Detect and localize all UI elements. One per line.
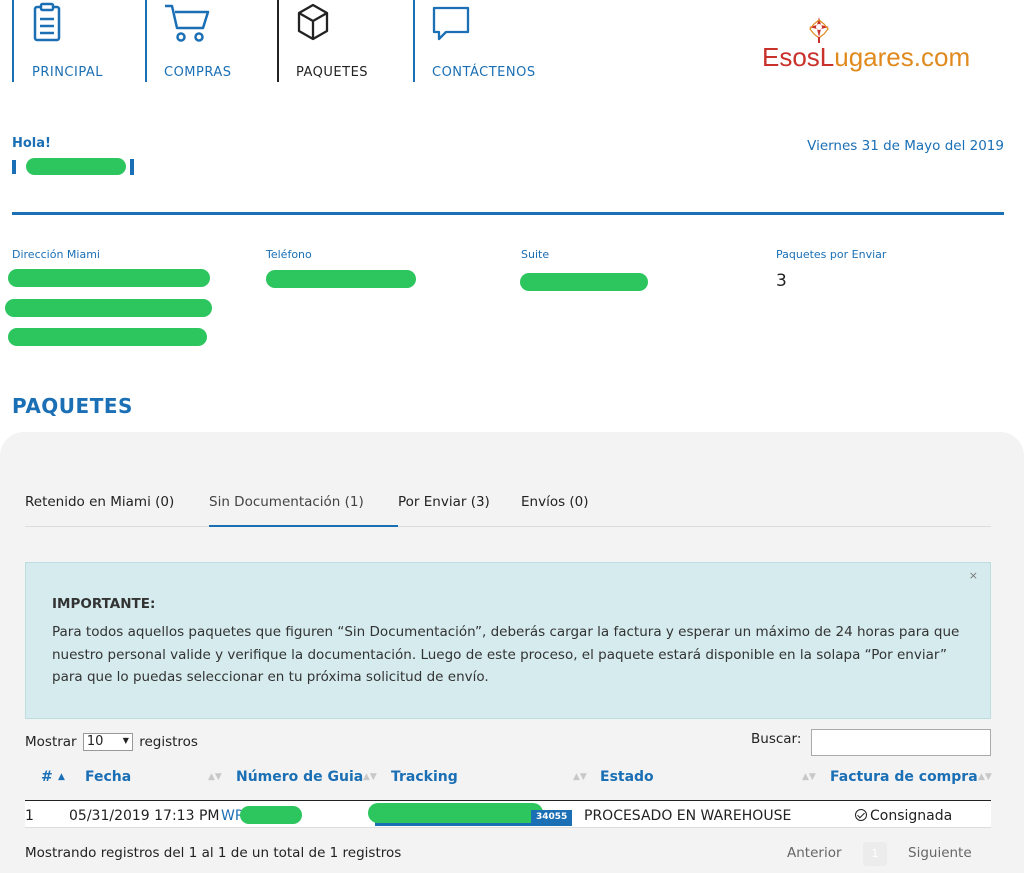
nav-item-paquetes[interactable]: PAQUETES <box>277 0 411 82</box>
next-button[interactable]: Siguiente <box>908 845 972 861</box>
sort-icon: ▲▼ <box>802 772 816 782</box>
cell-factura: Consignada <box>855 808 952 824</box>
phone-redacted <box>266 270 416 288</box>
pending-count: 3 <box>776 271 787 291</box>
column-header-guia[interactable]: Número de Guia <box>236 769 363 785</box>
length-prefix: Mostrar <box>25 734 77 750</box>
length-suffix: registros <box>139 734 198 750</box>
cell-num: 1 <box>25 808 34 824</box>
address-label: Dirección Miami <box>12 248 100 261</box>
address-redacted-line2 <box>5 299 212 317</box>
nav-label-paquetes: PAQUETES <box>296 65 369 80</box>
address-redacted-line3 <box>8 328 207 346</box>
nav-divider <box>12 0 14 82</box>
tracking-suffix[interactable]: 34055 <box>531 810 572 824</box>
sort-icon: ▲▼ <box>208 772 222 782</box>
page-title: PAQUETES <box>12 394 133 418</box>
nav-item-contactenos[interactable]: CONTÁCTENOS <box>413 0 563 82</box>
chevron-down-icon: ▼ <box>122 736 129 745</box>
redaction-edge <box>130 159 134 175</box>
prev-button[interactable]: Anterior <box>787 845 842 861</box>
guia-redacted <box>240 806 302 824</box>
nav-divider <box>145 0 147 82</box>
tab-por-enviar[interactable]: Por Enviar (3) <box>398 493 490 527</box>
column-header-num[interactable]: # <box>41 769 53 785</box>
nav-divider <box>277 0 279 82</box>
logo-wordmark: EsosLugares.com <box>762 42 970 73</box>
page-size-value: 10 <box>86 734 104 749</box>
search-label: Buscar: <box>751 731 802 747</box>
greeting-label: Hola! <box>12 136 51 151</box>
cell-estado: PROCESADO EN WAREHOUSE <box>584 808 792 824</box>
sort-icon: ▲▼ <box>978 772 992 782</box>
redaction-mark <box>26 158 126 175</box>
logo-text-part2: ugares.com <box>834 42 971 72</box>
table-info: Mostrando registros del 1 al 1 de un tot… <box>25 845 402 861</box>
column-header-fecha[interactable]: Fecha <box>85 769 131 785</box>
close-icon[interactable]: × <box>969 569 978 582</box>
factura-status: Consignada <box>870 808 953 824</box>
pending-label: Paquetes por Enviar <box>776 248 887 261</box>
cell-fecha: 05/31/2019 17:13 PM <box>69 808 220 824</box>
tab-bar: Retenido en Miami (0) Sin Documentación … <box>25 493 991 527</box>
cart-icon <box>163 2 211 48</box>
page-number-button[interactable]: 1 <box>863 842 887 866</box>
page-size-select[interactable]: 10 ▼ <box>82 733 133 751</box>
address-redacted-line1 <box>8 269 210 287</box>
column-header-tracking[interactable]: Tracking <box>391 769 458 785</box>
box-icon <box>296 2 330 46</box>
nav-divider <box>413 0 415 82</box>
speech-bubble-icon <box>431 2 471 46</box>
column-header-factura[interactable]: Factura de compra <box>830 769 978 785</box>
check-circle-icon <box>855 809 867 821</box>
suite-redacted <box>520 273 648 291</box>
current-date: Viernes 31 de Mayo del 2019 <box>807 138 1004 154</box>
page-length-control: Mostrar 10 ▼ registros <box>25 733 198 751</box>
search-input[interactable] <box>811 729 991 756</box>
alert-body: Para todos aquellos paquetes que figuren… <box>52 624 960 685</box>
suite-label: Suite <box>521 248 550 261</box>
nav-label-contactenos: CONTÁCTENOS <box>432 65 536 80</box>
redaction-edge <box>12 160 16 174</box>
sort-icon: ▲▼ <box>363 772 377 782</box>
important-alert: × IMPORTANTE: Para todos aquellos paquet… <box>25 562 991 719</box>
sort-icon: ▲▼ <box>573 772 587 782</box>
header-divider <box>12 212 1004 215</box>
nav-label-principal: PRINCIPAL <box>32 65 103 80</box>
clipboard-icon <box>32 2 62 46</box>
tab-envios[interactable]: Envíos (0) <box>521 493 589 527</box>
tracking-redacted <box>368 803 543 823</box>
nav-item-compras[interactable]: COMPRAS <box>145 0 275 82</box>
sort-asc-icon: ▲ <box>58 772 65 782</box>
username-redacted <box>12 157 134 177</box>
column-header-estado[interactable]: Estado <box>600 769 654 785</box>
tab-sin-documentacion[interactable]: Sin Documentación (1) <box>209 493 398 527</box>
nav-label-compras: COMPRAS <box>164 65 232 80</box>
phone-label: Teléfono <box>266 248 312 261</box>
nav-item-principal[interactable]: PRINCIPAL <box>12 0 142 82</box>
logo-text-part1: EsosL <box>762 42 835 72</box>
alert-title: IMPORTANTE: <box>52 596 156 612</box>
site-logo[interactable]: EsosLugares.com <box>762 16 987 76</box>
tab-retenido-miami[interactable]: Retenido en Miami (0) <box>25 493 174 527</box>
